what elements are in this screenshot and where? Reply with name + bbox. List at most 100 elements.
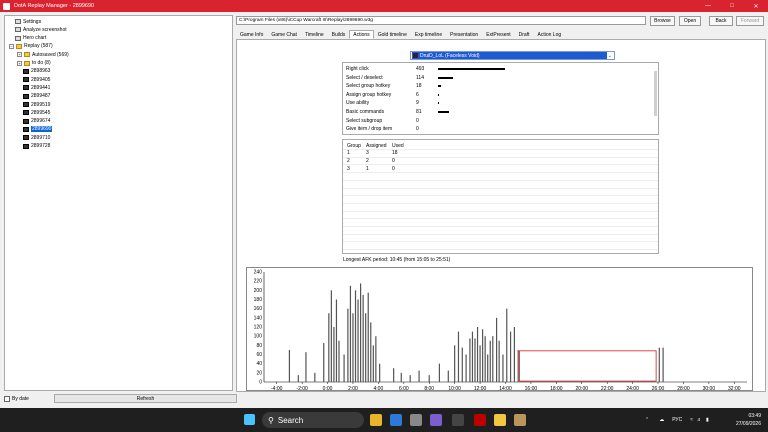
tree-item[interactable]: 2899405	[23, 76, 50, 83]
apm-bar	[471, 331, 474, 382]
tree-item[interactable]: 2899487	[23, 93, 50, 100]
tab-gold-timeline[interactable]: Gold timeline	[374, 30, 411, 39]
grid-line	[343, 241, 658, 243]
taskbar-search[interactable]: ⚲ Search	[262, 412, 364, 428]
apm-chart-svg: 0 20 40 60 80 100 120 140 160 180 200 220 240 -4:00 -2…	[254, 270, 747, 392]
replay-path-field[interactable]: C:\Program Files (x86)\iCCup Warcraft II…	[236, 16, 646, 25]
x-tick-label: 2:00	[348, 386, 358, 392]
replay-file-icon	[23, 126, 29, 132]
notepad-icon[interactable]	[390, 414, 402, 426]
tab-extpresent[interactable]: ExtPresent	[482, 30, 514, 39]
tree-item[interactable]: 2899674	[23, 118, 50, 125]
battery-icon[interactable]: ▮	[706, 417, 709, 423]
tab-draft[interactable]: Draft	[515, 30, 534, 39]
actions-scrollbar[interactable]	[654, 71, 657, 116]
tree-item[interactable]: Settings	[15, 18, 41, 25]
hero-portrait-icon	[413, 53, 418, 58]
apm-bar	[347, 308, 349, 382]
folder-icon	[16, 43, 22, 49]
refresh-button[interactable]: Refresh	[54, 394, 237, 403]
cloud-icon[interactable]: ☁	[659, 417, 664, 423]
apm-bar	[354, 290, 357, 382]
back-button[interactable]: Back	[709, 16, 733, 26]
x-tick-label: 20:00	[576, 386, 589, 392]
x-tick-label: 30:00	[703, 386, 716, 392]
chevron-down-icon[interactable]: ⌄	[608, 53, 612, 59]
close-button[interactable]: ✕	[744, 0, 768, 12]
tab-strip: Game Info Game Chat Timeline Builds Actions G…	[236, 30, 565, 39]
action-name: Basic commands	[346, 109, 385, 115]
replay-tree[interactable]: Settings Analyze screenshot Hero chart − Rep…	[4, 15, 233, 391]
file-explorer-icon[interactable]	[494, 414, 506, 426]
setting-icon	[15, 35, 21, 41]
y-tick-label: 220	[254, 279, 263, 285]
apm-bar	[362, 294, 364, 382]
windows-start-icon[interactable]	[244, 414, 255, 425]
tree-item[interactable]: 2899690	[23, 126, 53, 133]
grid-line	[343, 233, 658, 235]
tree-item[interactable]: − Replay (587)	[9, 43, 53, 50]
tab-builds[interactable]: Builds	[328, 30, 350, 39]
replay-manager-icon[interactable]	[474, 414, 486, 426]
apm-bar	[509, 331, 512, 382]
expand-toggle-icon[interactable]: −	[9, 43, 14, 49]
maximize-button[interactable]: □	[720, 0, 744, 12]
tree-item[interactable]: + to do (8)	[17, 60, 51, 67]
bottom-bar: By date Refresh	[4, 393, 237, 405]
tab-game-chat[interactable]: Game Chat	[267, 30, 301, 39]
tab-exp-timeline[interactable]: Exp timeline	[411, 30, 446, 39]
tree-item[interactable]: Hero chart	[15, 35, 46, 42]
forward-button[interactable]: Forward	[736, 16, 764, 26]
tree-item[interactable]: 2899441	[23, 84, 50, 91]
steam-icon[interactable]	[452, 414, 464, 426]
volume-icon[interactable]: ♬	[697, 417, 702, 423]
browse-button[interactable]: Browse	[650, 16, 675, 26]
tree-item[interactable]: + Autosaved (569)	[17, 51, 69, 58]
keyboard-language[interactable]: РУС	[672, 417, 682, 423]
expand-toggle-icon[interactable]: +	[17, 52, 22, 58]
tree-item[interactable]: 2899545	[23, 109, 50, 116]
action-count: 493	[416, 66, 425, 72]
apm-bar	[428, 375, 430, 382]
tree-item[interactable]: 2898963	[23, 68, 50, 75]
clock[interactable]: 03:49 27/09/2026	[736, 412, 761, 428]
tab-action-log[interactable]: Action Log	[534, 30, 566, 39]
warcraft-icon[interactable]	[514, 414, 526, 426]
title-bar: DotA Replay Manager - 2899690 — □ ✕	[0, 0, 768, 12]
action-row: Select group hotkey 18	[346, 82, 646, 90]
apm-bar	[479, 345, 481, 382]
minimize-button[interactable]: —	[696, 0, 720, 12]
x-tick-label: 4:00	[374, 386, 384, 392]
by-date-label: By date	[12, 396, 29, 402]
apm-bar	[400, 372, 402, 382]
by-date-checkbox[interactable]	[4, 396, 10, 402]
player-dropdown[interactable]: DruiD_LoL (Faceless Void) ⌄	[410, 51, 615, 60]
chevron-up-icon[interactable]: ⌃	[645, 417, 649, 423]
discord-icon[interactable]	[430, 414, 442, 426]
apm-bar	[447, 370, 449, 382]
tab-game-info[interactable]: Game Info	[236, 30, 267, 39]
tree-item[interactable]: Analyze screenshot	[15, 26, 67, 33]
y-tick-label: 40	[256, 361, 262, 367]
chrome-icon[interactable]	[370, 414, 382, 426]
apm-bar	[469, 338, 471, 382]
expand-toggle-icon[interactable]: +	[17, 60, 22, 66]
apm-bar	[367, 292, 369, 382]
tree-item[interactable]: 2899728	[23, 143, 50, 150]
tree-item[interactable]: 2899710	[23, 134, 50, 141]
table-cell: 1	[347, 150, 350, 157]
apm-bar	[357, 299, 359, 382]
replay-file-icon	[23, 143, 29, 149]
grid-line	[343, 179, 658, 181]
tab-presentation[interactable]: Presentation	[446, 30, 482, 39]
tree-item-label: 2899441	[31, 84, 51, 91]
tree-item[interactable]: 2899519	[23, 101, 50, 108]
open-button[interactable]: Open	[679, 16, 701, 26]
wifi-icon[interactable]: ≈	[690, 417, 693, 423]
tab-timeline[interactable]: Timeline	[301, 30, 328, 39]
action-row: Select / deselect 114	[346, 74, 646, 82]
y-tick-label: 200	[254, 288, 263, 294]
settings-gear-icon[interactable]	[410, 414, 422, 426]
apm-bar	[457, 331, 460, 382]
tab-actions[interactable]: Actions	[349, 30, 374, 39]
